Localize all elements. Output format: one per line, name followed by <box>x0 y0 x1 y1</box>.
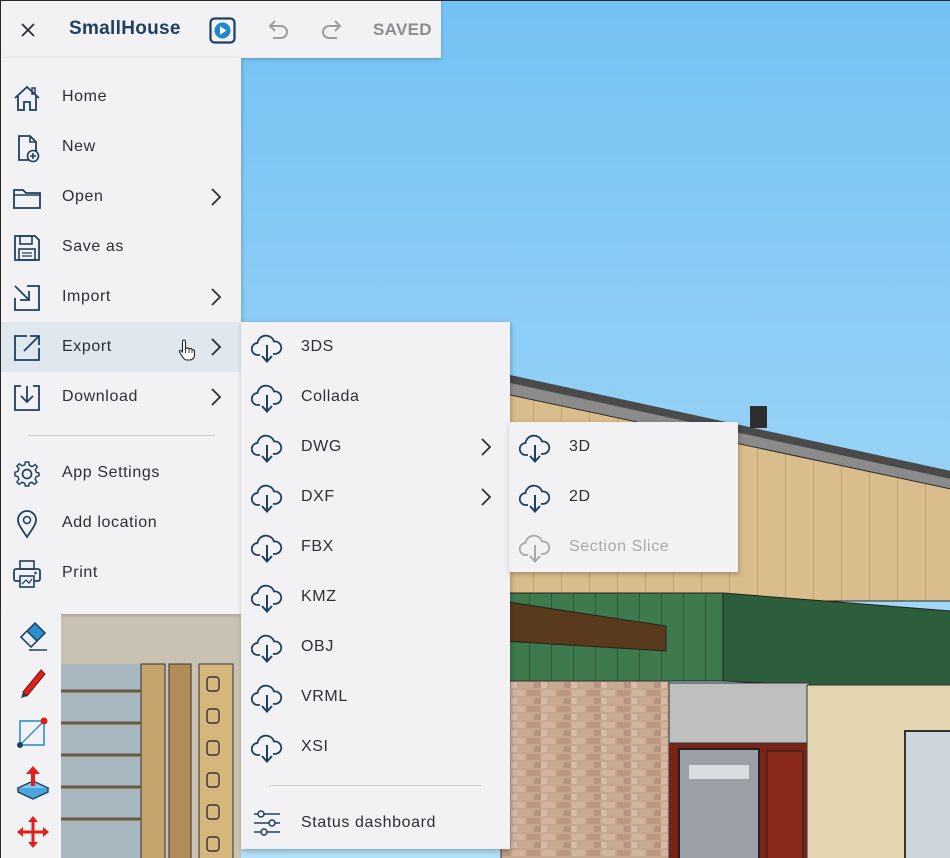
undo-icon[interactable] <box>265 18 291 42</box>
export-item-label: DWG <box>301 438 342 455</box>
play-icon[interactable] <box>209 17 236 44</box>
dwg-item-label: 3D <box>569 438 591 455</box>
menu-item-label: Save as <box>62 238 125 255</box>
pencil-icon[interactable] <box>15 664 51 700</box>
menu-item-app-settings[interactable]: App Settings <box>1 448 241 498</box>
printer-icon <box>13 560 41 588</box>
dwg-item-2d[interactable]: 2D <box>509 472 738 522</box>
cloud-download-icon <box>519 531 551 563</box>
chevron-right-icon <box>211 188 222 206</box>
dwg-submenu: 3D 2D Section Slice <box>509 422 738 572</box>
menu-item-download[interactable]: Download <box>1 372 241 422</box>
menu-item-print[interactable]: Print <box>1 548 241 598</box>
eraser-icon[interactable] <box>15 617 51 653</box>
cloud-download-icon <box>251 331 283 363</box>
menu-item-export[interactable]: Export <box>1 322 241 372</box>
move-icon[interactable] <box>15 814 51 850</box>
cloud-download-icon <box>519 431 551 463</box>
menu-divider <box>269 785 481 786</box>
export-item-label: DXF <box>301 488 335 505</box>
export-item-label: VRML <box>301 688 348 705</box>
export-icon <box>14 335 40 361</box>
cloud-download-icon <box>251 381 283 413</box>
folder-icon <box>13 189 41 209</box>
document-title[interactable]: SmallHouse <box>69 18 181 40</box>
cloud-download-icon <box>251 581 283 613</box>
download-icon <box>14 385 40 411</box>
export-item-obj[interactable]: OBJ <box>241 622 510 672</box>
menu-item-label: Print <box>62 564 98 581</box>
main-menu: Home New Open Save as Import Export Down… <box>1 58 241 614</box>
chevron-right-icon <box>211 288 222 306</box>
export-item-fbx[interactable]: FBX <box>241 522 510 572</box>
export-item-label: 3DS <box>301 338 334 355</box>
menu-item-label: New <box>62 138 96 155</box>
hand-cursor-icon <box>178 339 196 361</box>
menu-item-label: Export <box>62 338 112 355</box>
cloud-download-icon <box>251 531 283 563</box>
menu-item-label: App Settings <box>62 464 160 481</box>
top-bar: SmallHouse SAVED <box>1 1 441 58</box>
export-submenu: 3DS Collada DWG DXF FBX KMZ OBJ VRML XSI <box>241 322 510 849</box>
menu-divider <box>28 435 215 436</box>
export-item-kmz[interactable]: KMZ <box>241 572 510 622</box>
export-item-xsi[interactable]: XSI <box>241 722 510 772</box>
export-item-label: OBJ <box>301 638 334 655</box>
dwg-item-label: Section Slice <box>569 538 670 555</box>
cloud-download-icon <box>519 481 551 513</box>
close-icon[interactable] <box>15 17 41 43</box>
dwg-item-section-slice: Section Slice <box>509 522 738 572</box>
export-item-collada[interactable]: Collada <box>241 372 510 422</box>
export-item-label: XSI <box>301 738 329 755</box>
menu-item-import[interactable]: Import <box>1 272 241 322</box>
menu-item-label: Import <box>62 288 111 305</box>
export-item-3ds[interactable]: 3DS <box>241 322 510 372</box>
cloud-download-icon <box>251 431 283 463</box>
gear-icon <box>14 461 40 487</box>
menu-item-home[interactable]: Home <box>1 72 241 122</box>
menu-item-label: Home <box>62 88 108 105</box>
cloud-download-icon <box>251 681 283 713</box>
export-item-vrml[interactable]: VRML <box>241 672 510 722</box>
export-item-label: KMZ <box>301 588 337 605</box>
chevron-right-icon <box>211 388 222 406</box>
export-item-label: Collada <box>301 388 360 405</box>
chevron-right-icon <box>481 438 492 456</box>
menu-item-label: Open <box>62 188 104 205</box>
sliders-icon <box>254 810 280 836</box>
dwg-item-3d[interactable]: 3D <box>509 422 738 472</box>
menu-item-add-location[interactable]: Add location <box>1 498 241 548</box>
export-item-dwg[interactable]: DWG <box>241 422 510 472</box>
cloud-download-icon <box>251 631 283 663</box>
export-item-label: FBX <box>301 538 334 555</box>
export-item-dxf[interactable]: DXF <box>241 472 510 522</box>
save-icon <box>14 235 40 261</box>
status-dashboard-label: Status dashboard <box>301 814 437 831</box>
menu-item-save-as[interactable]: Save as <box>1 222 241 272</box>
home-icon <box>14 85 40 111</box>
rectangle-tool-icon[interactable] <box>15 714 51 750</box>
menu-item-new[interactable]: New <box>1 122 241 172</box>
location-pin-icon <box>17 510 37 539</box>
cloud-download-icon <box>251 481 283 513</box>
import-icon <box>14 285 40 311</box>
chevron-right-icon <box>211 338 222 356</box>
cloud-download-icon <box>251 731 283 763</box>
status-dashboard-item[interactable]: Status dashboard <box>241 798 510 848</box>
chevron-right-icon <box>481 488 492 506</box>
redo-icon[interactable] <box>319 18 345 42</box>
dwg-item-label: 2D <box>569 488 591 505</box>
menu-item-label: Download <box>62 388 138 405</box>
push-pull-icon[interactable] <box>15 764 51 800</box>
new-file-icon <box>18 135 40 163</box>
tool-strip <box>1 614 61 858</box>
menu-item-label: Add location <box>62 514 158 531</box>
save-status: SAVED <box>373 20 432 39</box>
menu-item-open[interactable]: Open <box>1 172 241 222</box>
